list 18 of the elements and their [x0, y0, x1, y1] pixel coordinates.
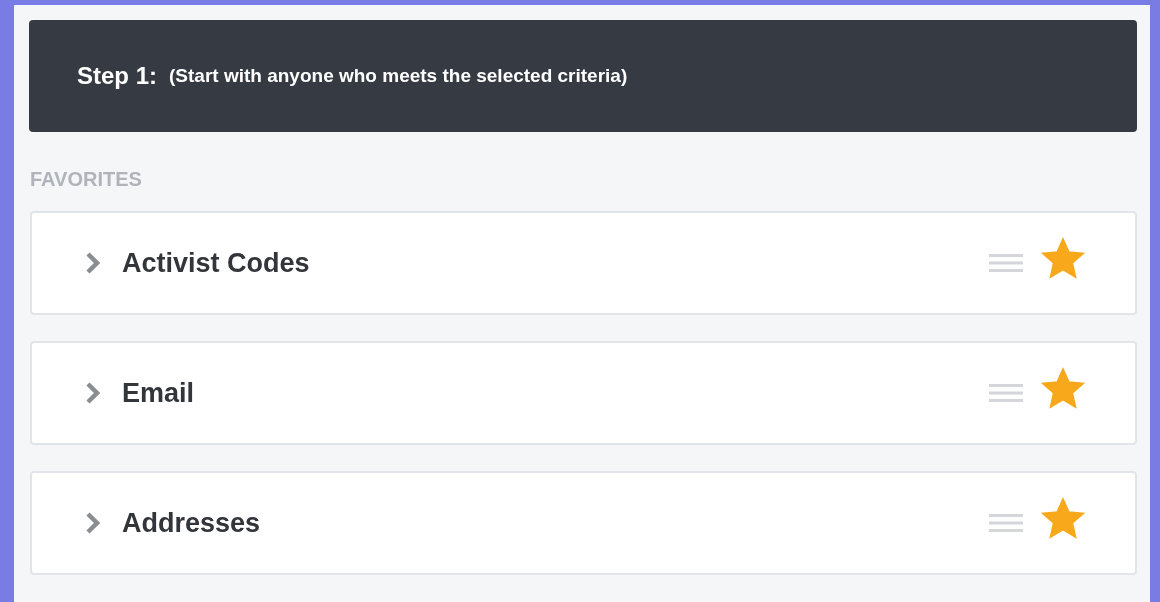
drag-handle-icon[interactable] — [989, 382, 1023, 404]
chevron-icon[interactable] — [86, 252, 100, 274]
step-description: (Start with anyone who meets the selected criteria) — [169, 65, 628, 87]
step-title: Step 1: — [77, 62, 157, 90]
drag-handle-icon[interactable] — [989, 512, 1023, 534]
criteria-label: Addresses — [122, 507, 262, 539]
star-icon[interactable] — [1041, 497, 1085, 541]
star-icon[interactable] — [1041, 237, 1085, 281]
criteria-card[interactable]: Activist Codes — [30, 211, 1137, 315]
criteria-card[interactable]: Addresses — [30, 471, 1137, 575]
criteria-label: Email — [122, 377, 196, 409]
star-icon[interactable] — [1041, 367, 1085, 411]
criteria-label: Activist Codes — [122, 247, 311, 279]
criteria-card[interactable]: Email — [30, 341, 1137, 445]
chevron-icon[interactable] — [86, 512, 100, 534]
chevron-icon[interactable] — [86, 382, 100, 404]
section-label: FAVORITES — [30, 168, 143, 191]
drag-handle-icon[interactable] — [989, 252, 1023, 274]
